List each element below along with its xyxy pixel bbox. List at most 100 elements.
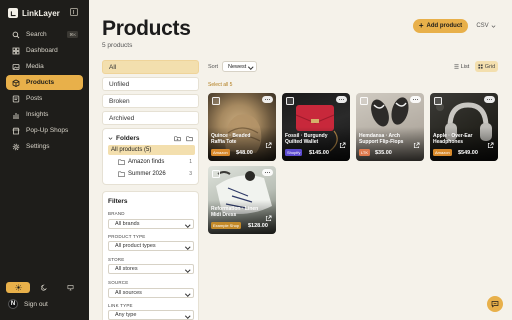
- sidebar-nav: Search ⌘K Dashboard Media Products Posts…: [6, 27, 83, 155]
- source-filter-select[interactable]: All sources: [108, 288, 194, 298]
- more-menu-icon[interactable]: [262, 96, 273, 103]
- avatar: N: [8, 299, 18, 309]
- sign-out-label: Sign out: [24, 300, 48, 308]
- folders-header[interactable]: Folders: [108, 135, 139, 142]
- product-name: Reformation · Linen Midi Dress: [211, 206, 259, 218]
- more-menu-icon[interactable]: [336, 96, 347, 103]
- sidebar-item-settings[interactable]: Settings: [6, 139, 83, 154]
- source-filter-label: SOURCE: [108, 280, 129, 285]
- product-name: Hemdansa · Arch Support Flip-Flops: [359, 133, 404, 145]
- grid-icon: [478, 64, 483, 69]
- sidebar-item-pop-up-shops[interactable]: Pop-Up Shops: [6, 123, 83, 138]
- filters-panel: Filters BRAND All brands PRODUCT TYPE Al…: [102, 191, 199, 320]
- product-card[interactable]: Fossil · Burgundy Quilted Wallet Shopify…: [282, 93, 350, 161]
- sidebar-item-label: Settings: [26, 143, 50, 150]
- add-product-label: Add product: [426, 23, 463, 29]
- folder-summer-2026[interactable]: Summer 2026 3: [108, 169, 195, 179]
- product-card[interactable]: Reformation · Linen Midi Dress Example S…: [208, 166, 276, 234]
- folder-all-products[interactable]: All products (5): [108, 145, 195, 155]
- system-theme-button[interactable]: [59, 282, 83, 293]
- brand-filter-label: BRAND: [108, 211, 125, 216]
- link-type-filter-label: LINK TYPE: [108, 303, 133, 308]
- more-menu-icon[interactable]: [484, 96, 495, 103]
- product-type-filter-select[interactable]: All product types: [108, 241, 194, 251]
- sidebar-item-insights[interactable]: Insights: [6, 107, 83, 122]
- add-product-button[interactable]: + Add product: [413, 19, 468, 33]
- list-icon: [454, 64, 459, 69]
- store-badge: LTK: [359, 149, 371, 156]
- product-card[interactable]: Apple · Over-Ear Headphones Amazon $549.…: [430, 93, 498, 161]
- folder-label: All products (5): [111, 147, 152, 153]
- product-card[interactable]: Hemdansa · Arch Support Flip-Flops LTK $…: [356, 93, 424, 161]
- select-checkbox[interactable]: [360, 97, 368, 105]
- box-icon: [12, 79, 20, 87]
- select-checkbox[interactable]: [286, 97, 294, 105]
- sidebar-item-label: Products: [26, 79, 55, 86]
- select-all-link[interactable]: Select all 5: [208, 82, 232, 88]
- product-type-filter-label: PRODUCT TYPE: [108, 234, 146, 239]
- more-menu-icon[interactable]: [410, 96, 421, 103]
- store-filter-label: STORE: [108, 257, 125, 262]
- sidebar-item-media[interactable]: Media: [6, 59, 83, 74]
- status-filter-all[interactable]: All: [102, 60, 199, 74]
- external-link-icon[interactable]: [265, 209, 272, 222]
- brand[interactable]: LinkLayer: [8, 7, 60, 19]
- product-price: $549.00: [458, 150, 478, 156]
- folder-amazon-finds[interactable]: Amazon finds 1: [108, 157, 195, 167]
- folder-label: Amazon finds: [128, 159, 165, 165]
- store-badge: Example Shop: [211, 222, 242, 229]
- page-title: Products: [102, 17, 191, 40]
- sidebar-item-products[interactable]: Products: [6, 75, 83, 90]
- select-checkbox[interactable]: [212, 97, 220, 105]
- sort-select[interactable]: Newest: [222, 61, 257, 72]
- sidebar-item-label: Media: [26, 63, 44, 70]
- csv-menu-button[interactable]: CSV: [472, 19, 500, 33]
- shortcut-badge: ⌘K: [67, 31, 78, 38]
- sun-icon: [15, 284, 22, 291]
- image-icon: [12, 63, 20, 71]
- external-link-icon[interactable]: [265, 136, 272, 149]
- external-link-icon[interactable]: [339, 136, 346, 149]
- folder-settings-icon[interactable]: [186, 135, 193, 142]
- product-price: $145.00: [309, 150, 329, 156]
- status-filter-broken[interactable]: Broken: [102, 94, 199, 108]
- status-filter-unfiled[interactable]: Unfiled: [102, 77, 199, 91]
- product-count: 5 products: [102, 42, 133, 49]
- folder-icon: [118, 171, 125, 177]
- app-name: LinkLayer: [22, 8, 60, 18]
- more-menu-icon[interactable]: [262, 169, 273, 176]
- external-link-icon[interactable]: [487, 136, 494, 149]
- sidebar-item-dashboard[interactable]: Dashboard: [6, 43, 83, 58]
- moon-icon: [40, 284, 47, 291]
- product-name: Apple · Over-Ear Headphones: [433, 133, 473, 145]
- dark-theme-button[interactable]: [32, 282, 56, 293]
- link-type-filter-select[interactable]: Any type: [108, 310, 194, 320]
- chat-icon: [491, 301, 499, 308]
- folder-label: Summer 2026: [128, 171, 166, 177]
- list-view-button[interactable]: List: [450, 61, 473, 72]
- light-theme-button[interactable]: [6, 282, 31, 293]
- sidebar-item-label: Search: [26, 31, 47, 38]
- select-checkbox[interactable]: [212, 170, 220, 178]
- grid-view-button[interactable]: Grid: [475, 61, 498, 72]
- collapse-sidebar-icon[interactable]: [70, 8, 78, 16]
- sidebar-item-search[interactable]: Search ⌘K: [6, 27, 83, 42]
- sidebar-item-posts[interactable]: Posts: [6, 91, 83, 106]
- product-price: $128.00: [248, 223, 268, 229]
- grid-view-label: Grid: [484, 63, 496, 70]
- brand-filter-select[interactable]: All brands: [108, 219, 194, 229]
- status-filter-archived[interactable]: Archived: [102, 111, 199, 125]
- new-folder-icon[interactable]: [174, 135, 181, 142]
- folder-icon: [118, 159, 125, 165]
- external-link-icon[interactable]: [413, 136, 420, 149]
- store-filter-select[interactable]: All stores: [108, 264, 194, 274]
- product-card[interactable]: Quince · Beaded Raffia Tote Amazon $48.0…: [208, 93, 276, 161]
- folder-count: 3: [189, 171, 192, 177]
- select-checkbox[interactable]: [434, 97, 442, 105]
- store-badge: Shopify: [285, 149, 303, 156]
- sidebar-item-label: Pop-Up Shops: [26, 127, 69, 134]
- plus-icon: +: [418, 21, 424, 30]
- chat-button[interactable]: [487, 296, 503, 312]
- store-icon: [12, 127, 20, 135]
- sign-out-button[interactable]: N Sign out: [8, 299, 48, 309]
